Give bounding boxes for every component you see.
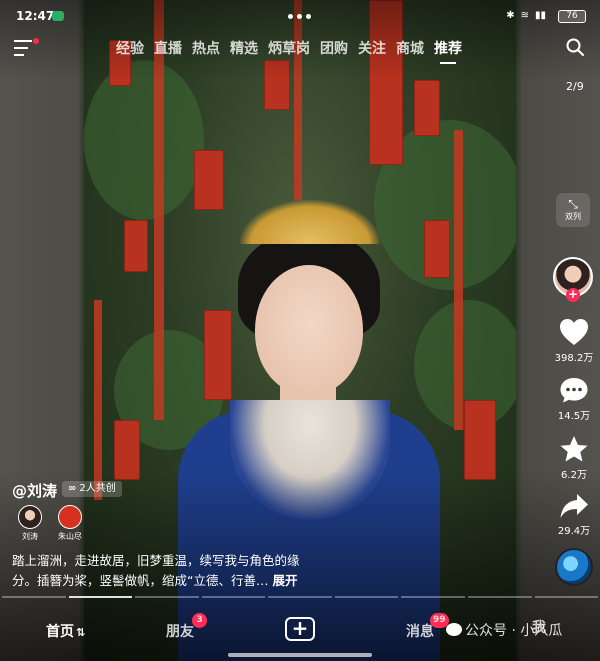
notification-dot [33,38,39,44]
wechat-icon [52,11,64,21]
image-progress [0,596,600,599]
nav-friends[interactable]: 朋友 3 [166,613,207,641]
creator-name: 刘涛 [22,532,38,541]
co-create-badge[interactable]: ∞ 2人共创 [62,481,122,497]
co-create-label: 2人共创 [79,483,116,494]
expand-link[interactable]: 展开 [272,573,297,588]
link-icon: ∞ [68,483,77,494]
favorite-count: 6.2万 [561,470,587,481]
home-indicator [228,653,372,657]
wechat-official-icon [446,623,462,636]
creator-item[interactable]: 朱山尽 [50,505,90,542]
tab-following[interactable]: 关注 [358,38,386,58]
nav-friends-label: 朋友 [166,624,194,640]
search-icon[interactable] [566,38,584,56]
tab-group-buy[interactable]: 团购 [320,38,348,58]
creator-item[interactable]: 刘涛 [10,505,50,542]
bluetooth-icon: ✱ [506,10,515,21]
nav-messages-label: 消息 [406,624,434,640]
create-post-button[interactable]: + [285,617,315,641]
creator-avatar [18,505,42,529]
dual-column-button[interactable]: ⤡ 双列 [556,193,590,227]
refresh-icon: ⇅ [76,626,86,639]
tab-jingyan[interactable]: 经验 [116,38,144,58]
wifi-icon: ≋ [520,10,529,21]
heart-icon [560,319,588,345]
author-avatar-button[interactable]: + [553,257,593,302]
author-name[interactable]: @刘涛 [12,480,57,501]
comment-count: 14.5万 [557,411,591,422]
tab-hot[interactable]: 热点 [192,38,220,58]
follow-plus-icon[interactable]: + [566,288,580,302]
nav-home[interactable]: 首页 ⇅ [46,621,85,641]
image-counter: 2/9 [566,80,584,93]
tab-mall[interactable]: 商城 [396,38,424,58]
creator-avatar [58,505,82,529]
comment-button[interactable]: 14.5万 [548,376,600,422]
creator-name: 朱山尽 [58,532,82,541]
post-description: 踏上溜洲，走进故居，旧梦重温，续写我与角色的缘分。插簪为桨，竖髻做帆，绾成“立德… [12,551,312,591]
tab-local[interactable]: 炳草岗 [268,38,310,58]
status-time: 12:47 [16,9,55,23]
signal-icon: ▮▮ [534,10,546,21]
favorite-button[interactable]: 6.2万 [548,435,600,481]
share-arrow-icon [560,494,588,518]
watermark: 公众号 · 小八瓜 [446,620,562,640]
battery-indicator: 76 [558,10,586,23]
like-count: 398.2万 [554,353,594,364]
music-disc-icon[interactable] [555,548,593,586]
watermark-text: 公众号 · 小八瓜 [465,623,563,639]
dual-column-label: 双列 [565,212,581,221]
system-icons: ✱ ≋ ▮▮ [506,10,546,21]
share-button[interactable]: 29.4万 [548,493,600,537]
tab-recommend[interactable]: 推荐 [434,38,462,64]
tab-featured[interactable]: 精选 [230,38,258,58]
nav-home-label: 首页 [46,624,74,640]
more-dots-icon[interactable] [288,14,311,19]
comment-bubble-icon [560,378,588,403]
shrink-arrows-icon: ⤡ [568,197,578,211]
top-tabs: 经验 直播 热点 精选 炳草岗 团购 关注 商城 推荐 [116,38,472,64]
nav-messages[interactable]: 消息 99 [406,613,449,641]
description-text: 踏上溜洲，走进故居，旧梦重温，续写我与角色的缘分。插簪为桨，竖髻做帆，绾成“立德… [12,553,300,588]
tab-live[interactable]: 直播 [154,38,182,58]
share-count: 29.4万 [557,526,591,537]
friends-badge: 3 [192,613,207,628]
status-bar: 12:47 ✱ ≋ ▮▮ 76 [0,0,600,32]
star-icon [560,436,588,462]
like-button[interactable]: 398.2万 [548,318,600,364]
